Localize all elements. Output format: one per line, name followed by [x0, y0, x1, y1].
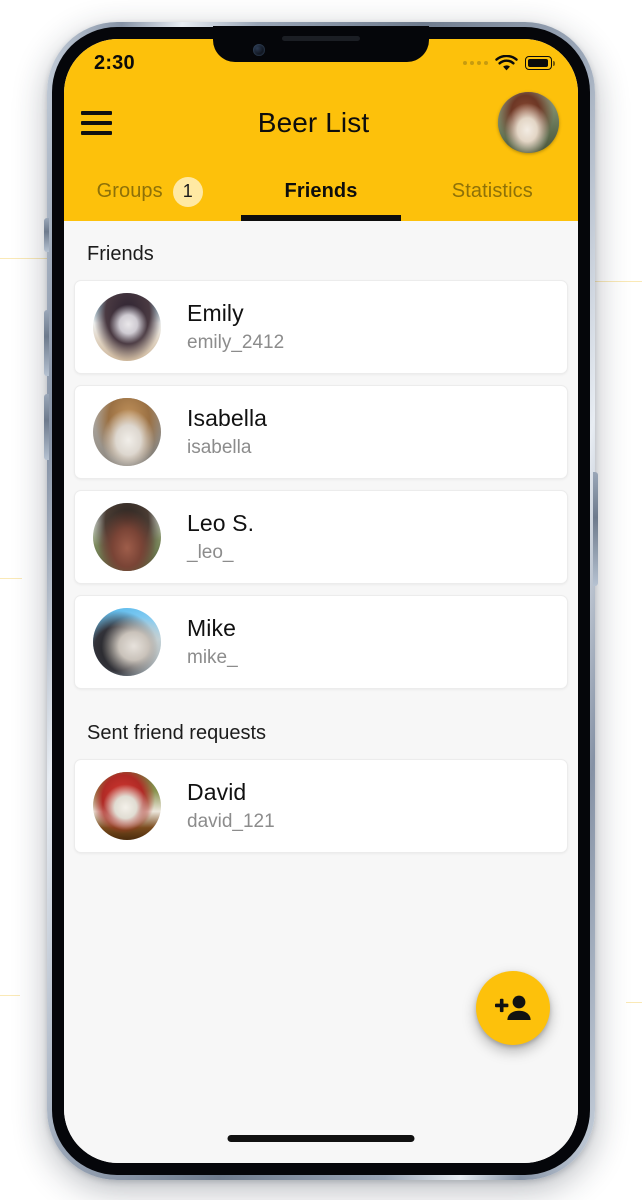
status-bar-indicators: [463, 51, 555, 72]
phone-bezel: 2:30 Beer List Groups 1 Friends Statisti…: [52, 26, 590, 1175]
friend-name: David: [187, 779, 247, 805]
phone-screen: 2:30 Beer List Groups 1 Friends Statisti…: [64, 39, 578, 1163]
front-camera-icon: [253, 44, 265, 56]
friend-name: Mike: [187, 615, 236, 641]
page-title: Beer List: [257, 106, 370, 138]
app-bar: Beer List: [64, 83, 578, 162]
person-add-icon: [495, 995, 531, 1020]
power-button[interactable]: [593, 472, 598, 586]
tab-statistics-label: Statistics: [451, 180, 533, 202]
tab-groups-badge: 1: [172, 176, 203, 207]
battery-full-icon: [525, 56, 555, 70]
signal-dots-icon: [463, 61, 488, 65]
tab-friends-label: Friends: [284, 180, 358, 202]
tab-groups-label: Groups: [96, 180, 163, 202]
guide-line-left-upper: [0, 258, 47, 259]
guide-line-right-lower: [626, 1002, 642, 1003]
friend-handle: mike_: [187, 647, 238, 668]
tab-groups[interactable]: Groups 1: [64, 162, 235, 221]
friend-name: Emily: [187, 300, 244, 326]
avatar: [93, 608, 161, 676]
add-friend-button[interactable]: [476, 971, 550, 1045]
status-bar-time: 2:30: [94, 51, 135, 74]
tab-bar: Groups 1 Friends Statistics: [64, 162, 578, 221]
friend-handle: isabella: [187, 437, 252, 458]
phone-device-frame: 2:30 Beer List Groups 1 Friends Statisti…: [44, 22, 598, 1180]
home-indicator[interactable]: [227, 1135, 415, 1142]
screenshot-canvas: 2:30 Beer List Groups 1 Friends Statisti…: [0, 0, 642, 1200]
tab-statistics[interactable]: Statistics: [407, 162, 578, 221]
guide-line-right-upper: [594, 281, 642, 282]
section-header-friends: Friends: [87, 243, 154, 265]
list-item[interactable]: Leo S. _leo_: [74, 490, 568, 584]
list-item[interactable]: Isabella isabella: [74, 385, 568, 479]
profile-avatar[interactable]: [498, 92, 559, 153]
avatar: [93, 772, 161, 840]
list-item[interactable]: David david_121: [74, 759, 568, 853]
list-item[interactable]: Mike mike_: [74, 595, 568, 689]
device-notch: [213, 26, 429, 62]
avatar: [93, 503, 161, 571]
volume-down-button[interactable]: [44, 394, 49, 460]
volume-up-button[interactable]: [44, 310, 49, 376]
guide-line-left-lower: [0, 995, 20, 996]
friend-name: Isabella: [187, 405, 268, 431]
guide-line-left-mid: [0, 578, 22, 579]
friend-handle: emily_2412: [187, 332, 285, 353]
list-item[interactable]: Emily emily_2412: [74, 280, 568, 374]
tab-friends[interactable]: Friends: [235, 162, 406, 221]
earpiece-speaker-icon: [282, 36, 360, 41]
section-header-sent-friend-requests: Sent friend requests: [87, 722, 266, 744]
avatar: [93, 398, 161, 466]
wifi-icon: [495, 54, 518, 70]
tab-friends-underline: [241, 215, 401, 221]
friend-handle: david_121: [187, 811, 275, 832]
avatar: [93, 293, 161, 361]
silent-switch-button[interactable]: [44, 218, 49, 252]
friend-name: Leo S.: [187, 510, 255, 536]
friend-handle: _leo_: [187, 542, 234, 563]
